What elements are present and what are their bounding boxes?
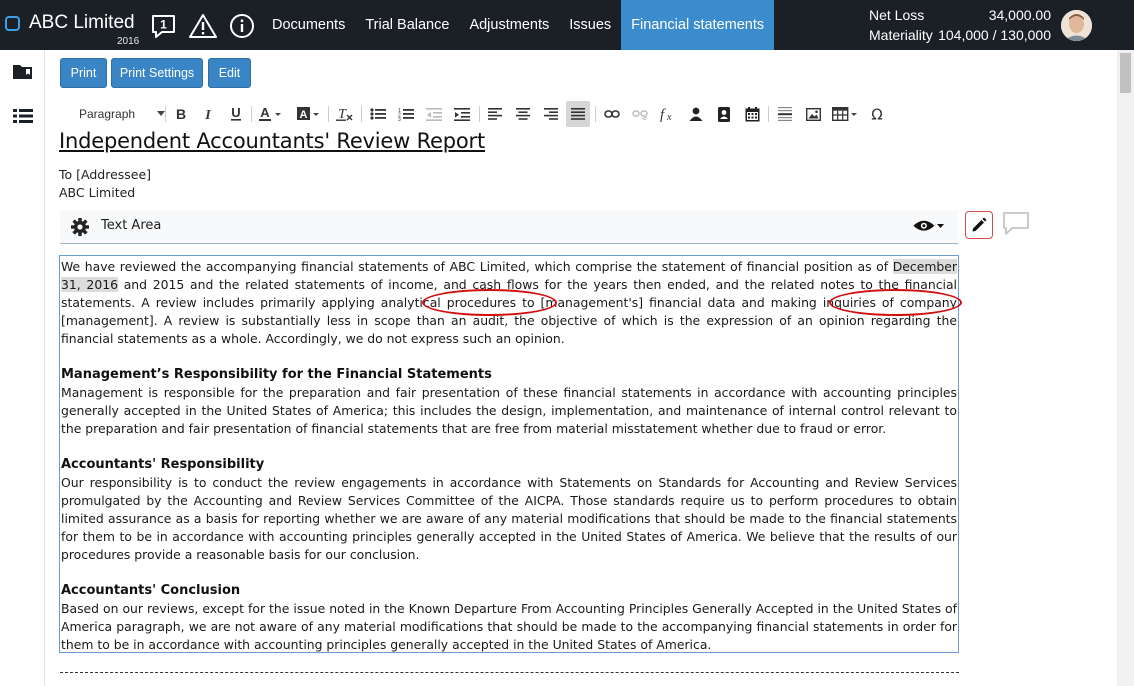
svg-text:I: I <box>204 108 211 121</box>
nav-trial-balance[interactable]: Trial Balance <box>355 0 459 50</box>
align-justify-icon[interactable] <box>566 101 590 127</box>
special-character-icon[interactable]: Ω <box>866 101 888 127</box>
net-loss-label: Net Loss <box>869 7 925 23</box>
user-avatar[interactable] <box>1061 10 1092 41</box>
notifications-icon[interactable]: 1 <box>150 12 178 40</box>
net-loss-row: Net Loss 34,000.00 <box>869 5 1051 25</box>
pencil-icon <box>972 217 987 232</box>
visibility-eye-icon[interactable] <box>912 218 946 234</box>
editor-toolbar: Paragraph B I U A A T 123 f x Ω <box>60 101 900 127</box>
section-body-management: Management is responsible for the prepar… <box>61 385 957 436</box>
horizontal-rule-icon[interactable] <box>774 101 796 127</box>
company-logo-icon[interactable] <box>5 16 20 31</box>
paragraph-format-value: Paragraph <box>79 107 136 121</box>
vertical-scrollbar[interactable] <box>1117 50 1134 686</box>
unlink-icon[interactable] <box>629 101 651 127</box>
main-nav: Documents Trial Balance Adjustments Issu… <box>262 0 775 50</box>
calendar-icon[interactable] <box>741 101 763 127</box>
info-icon[interactable] <box>228 12 256 40</box>
fiscal-year: 2016 <box>117 36 140 47</box>
warning-icon[interactable] <box>189 12 217 40</box>
edit-button[interactable]: Edit <box>208 58 251 88</box>
svg-text:A: A <box>300 109 308 121</box>
report-text-area[interactable]: We have reviewed the accompanying financ… <box>59 255 959 653</box>
notification-count: 1 <box>160 18 167 32</box>
align-center-icon[interactable] <box>512 101 534 127</box>
italic-icon[interactable]: I <box>198 101 218 127</box>
comment-icon[interactable] <box>1002 211 1030 237</box>
materiality-value: 104,000 / 130,000 <box>938 27 1051 43</box>
svg-text:A: A <box>260 106 270 120</box>
align-right-icon[interactable] <box>540 101 562 127</box>
section-divider <box>60 672 959 673</box>
paragraph-format-select[interactable]: Paragraph <box>70 101 165 127</box>
link-icon[interactable] <box>601 101 623 127</box>
gear-icon[interactable] <box>70 217 90 237</box>
background-color-icon[interactable]: A <box>294 101 324 127</box>
svg-text:3: 3 <box>398 117 401 121</box>
indent-icon[interactable] <box>451 101 473 127</box>
numbered-list-icon[interactable]: 123 <box>395 101 417 127</box>
addressee-line: To [Addressee] <box>59 167 152 182</box>
list-icon[interactable] <box>12 106 34 126</box>
svg-text:U: U <box>231 106 240 120</box>
text-color-icon[interactable]: A <box>256 101 286 127</box>
person-icon[interactable] <box>685 101 707 127</box>
svg-text:x: x <box>666 112 672 122</box>
image-icon[interactable] <box>802 101 824 127</box>
scroll-thumb[interactable] <box>1120 53 1131 93</box>
print-button[interactable]: Print <box>60 58 107 88</box>
print-settings-button[interactable]: Print Settings <box>111 58 203 88</box>
nav-documents[interactable]: Documents <box>262 0 355 50</box>
addressee-name: ABC Limited <box>59 185 136 200</box>
table-icon[interactable] <box>830 101 860 127</box>
folder-icon[interactable] <box>12 62 34 82</box>
text-area-header: Text Area <box>60 210 958 244</box>
bullet-list-icon[interactable] <box>367 101 389 127</box>
section-heading-conclusion: Accountants' Conclusion <box>61 583 241 598</box>
underline-icon[interactable]: U <box>226 101 246 127</box>
svg-text:B: B <box>176 107 186 121</box>
section-heading-accountants-responsibility: Accountants' Responsibility <box>61 457 265 472</box>
contact-card-icon[interactable] <box>713 101 735 127</box>
edit-pencil-button[interactable] <box>965 211 993 239</box>
nav-issues[interactable]: Issues <box>559 0 621 50</box>
nav-adjustments[interactable]: Adjustments <box>459 0 559 50</box>
clear-formatting-icon[interactable]: T <box>333 101 355 127</box>
section-body-accountants-responsibility: Our responsibility is to conduct the rev… <box>61 475 957 562</box>
svg-text:Ω: Ω <box>871 106 882 122</box>
text-area-label: Text Area <box>101 218 162 233</box>
net-loss-value: 34,000.00 <box>988 7 1051 23</box>
section-heading-management: Management’s Responsibility for the Fina… <box>61 367 492 382</box>
align-left-icon[interactable] <box>484 101 506 127</box>
left-rail <box>0 50 45 686</box>
nav-financial-statements[interactable]: Financial statements <box>621 0 775 50</box>
materiality-row: Materiality 104,000 / 130,000 <box>869 25 1051 45</box>
top-navbar: ABC Limited 2016 1 Documents Trial Balan… <box>0 0 1134 50</box>
materiality-label: Materiality <box>869 27 933 43</box>
svg-text:f: f <box>660 107 666 122</box>
financial-stats: Net Loss 34,000.00 Materiality 104,000 /… <box>869 5 1051 45</box>
document-title: Independent Accountants' Review Report <box>59 129 485 153</box>
outdent-icon[interactable] <box>423 101 445 127</box>
section-body-conclusion: Based on our reviews, except for the iss… <box>61 601 957 652</box>
intro-paragraph: We have reviewed the accompanying financ… <box>61 259 957 346</box>
company-name[interactable]: ABC Limited <box>29 12 135 34</box>
bold-icon[interactable]: B <box>171 101 191 127</box>
formula-icon[interactable]: fx <box>657 101 679 127</box>
